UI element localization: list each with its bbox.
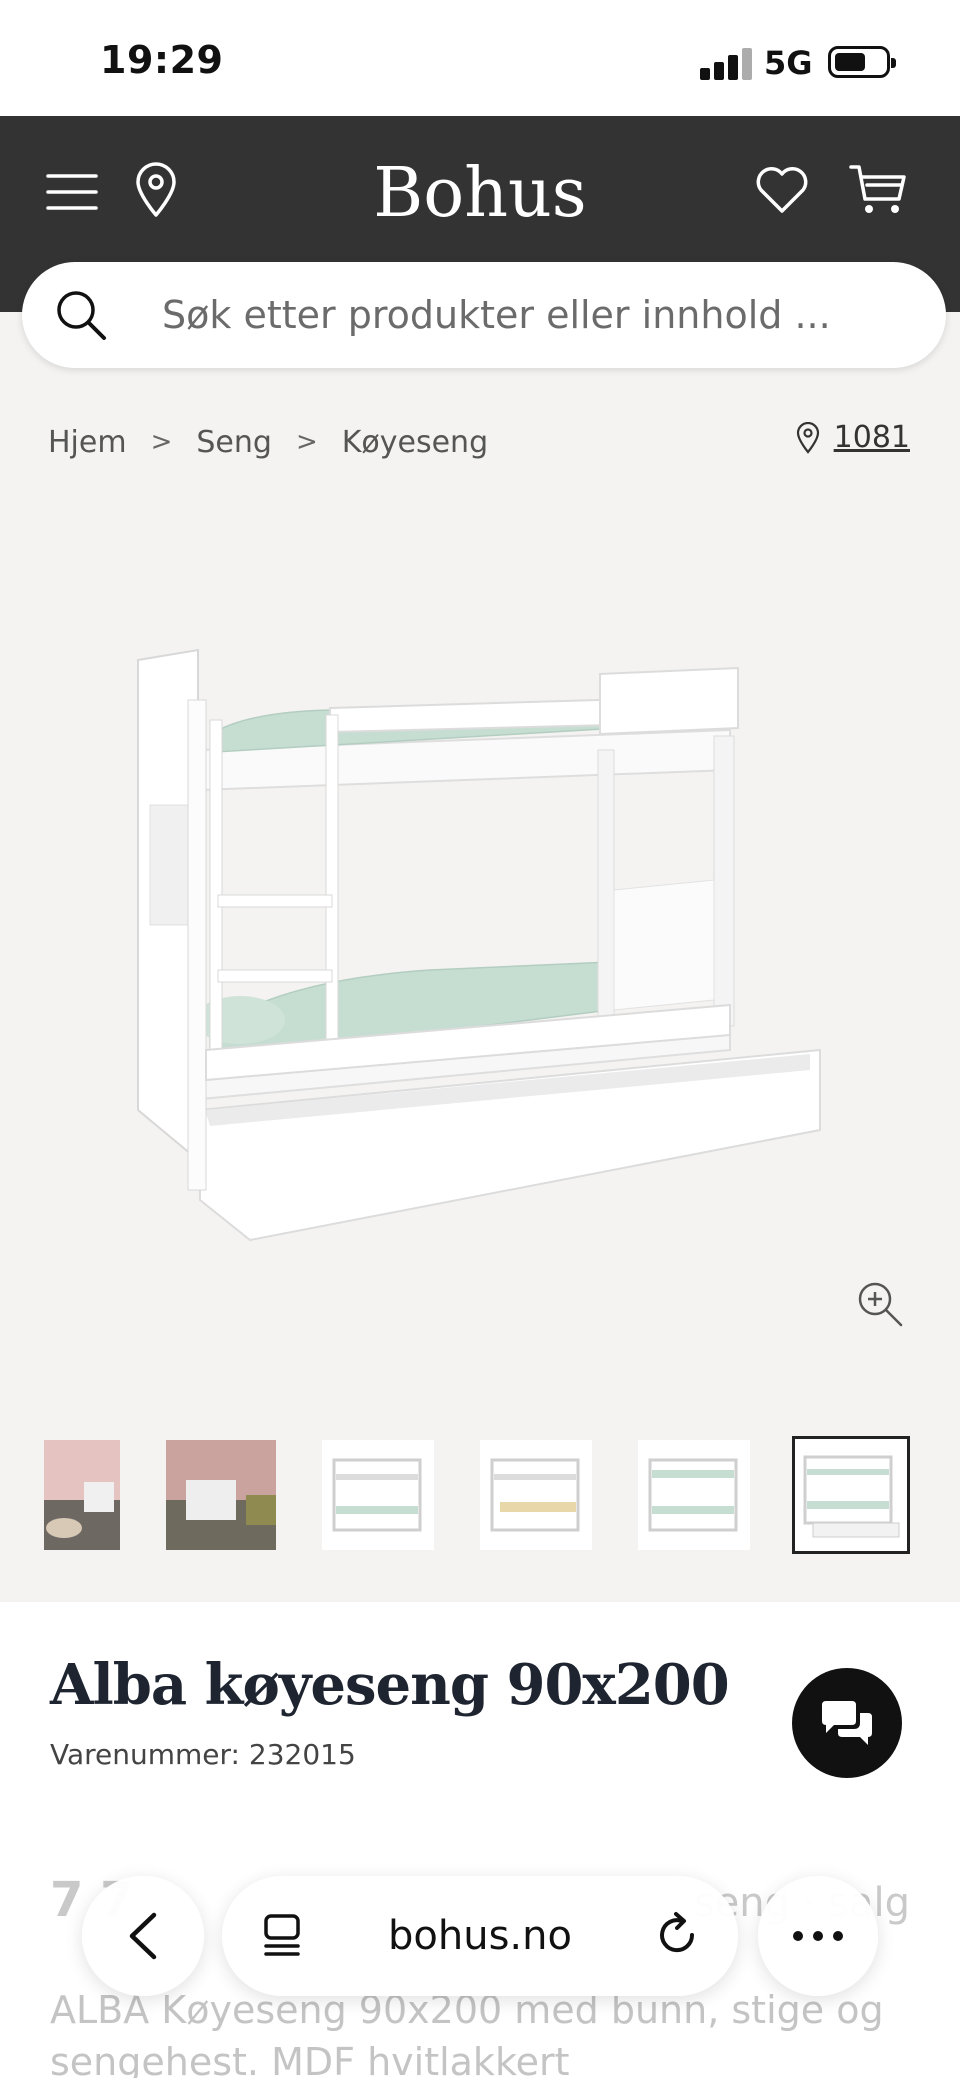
product-title: Alba køyeseng 90x200 — [50, 1652, 730, 1718]
thumbnail-strip — [0, 1434, 960, 1554]
more-button[interactable] — [758, 1876, 878, 1996]
thumbnail-4[interactable] — [480, 1440, 592, 1550]
breadcrumb-koyeseng[interactable]: Køyeseng — [342, 425, 488, 460]
battery-icon — [828, 46, 896, 78]
thumbnail-2[interactable] — [166, 1440, 276, 1550]
chevron-left-icon — [129, 1912, 157, 1960]
search-input[interactable] — [162, 262, 922, 368]
reload-icon[interactable] — [652, 1910, 702, 1960]
cellular-signal-icon — [700, 46, 752, 80]
status-time: 19:29 — [100, 38, 224, 82]
more-dots-icon — [793, 1931, 843, 1941]
thumbnail-1[interactable] — [44, 1440, 120, 1550]
address-bar[interactable]: bohus.no — [222, 1876, 738, 1996]
chat-button[interactable] — [792, 1668, 902, 1778]
zoom-in-icon[interactable] — [856, 1280, 904, 1328]
status-bar: 19:29 5G — [0, 0, 960, 116]
chevron-right-icon: > — [150, 427, 173, 457]
cart-icon[interactable] — [848, 160, 908, 220]
location-icon[interactable] — [126, 160, 186, 220]
breadcrumb: Hjem > Seng > Køyeseng — [48, 420, 488, 464]
product-image[interactable] — [130, 640, 830, 1250]
store-selector[interactable]: 1081 — [796, 420, 910, 455]
location-icon — [796, 421, 819, 454]
heart-icon[interactable] — [752, 160, 812, 220]
breadcrumb-seng[interactable]: Seng — [196, 425, 272, 460]
breadcrumb-home[interactable]: Hjem — [48, 425, 127, 460]
thumbnail-5[interactable] — [638, 1440, 750, 1550]
thumbnail-3[interactable] — [322, 1440, 434, 1550]
menu-icon[interactable] — [42, 162, 102, 222]
thumbnail-6-selected[interactable] — [792, 1436, 910, 1554]
product-sku: Varenummer: 232015 — [50, 1738, 356, 1771]
back-button[interactable] — [82, 1876, 204, 1996]
chat-icon — [822, 1701, 872, 1745]
site-logo[interactable]: Bohus — [330, 154, 630, 233]
network-type: 5G — [764, 44, 813, 82]
chevron-right-icon: > — [295, 427, 318, 457]
search-icon — [57, 291, 106, 340]
browser-toolbar: bohus.no — [0, 1870, 960, 2010]
search-bar[interactable] — [22, 262, 946, 368]
store-number[interactable]: 1081 — [834, 420, 910, 455]
